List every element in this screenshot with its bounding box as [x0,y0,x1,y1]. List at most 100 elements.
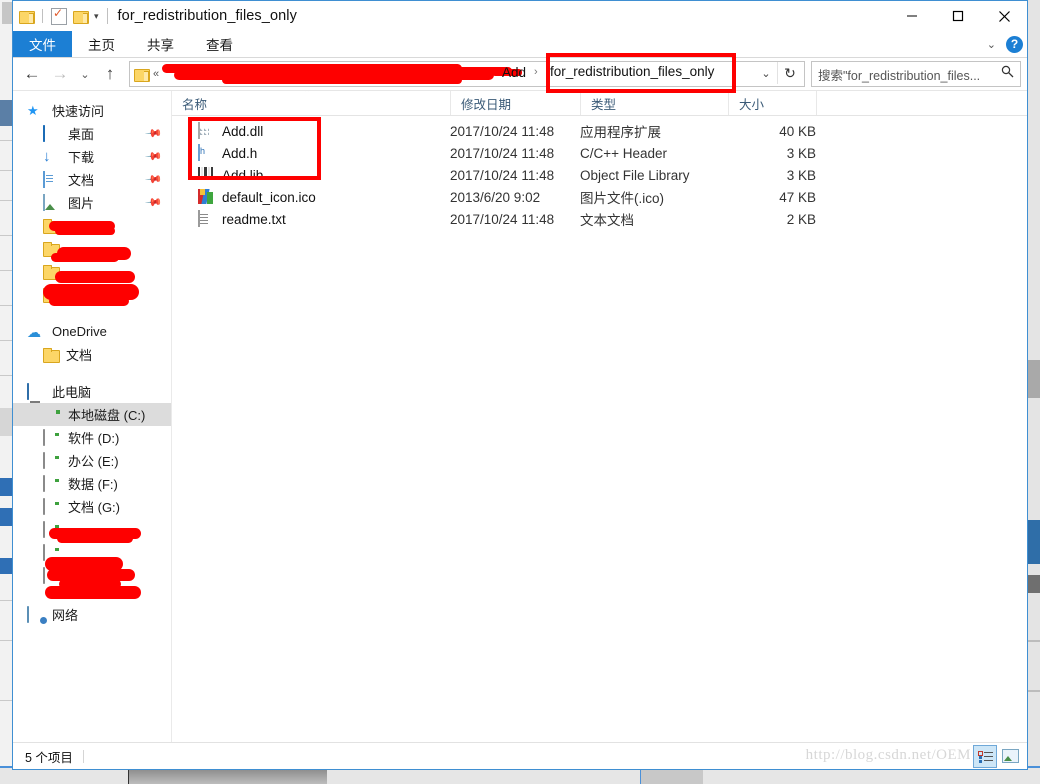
file-date: 2013/6/20 9:02 [450,189,541,205]
tab-home[interactable]: 主页 [72,31,131,57]
file-list-pane: 名称 ⌃ 修改日期 类型 大小 Add.dll 2017/10/24 11:48… [172,91,1027,742]
file-size: 40 KB [779,123,816,139]
sidebar-item-drive-g[interactable]: 文档 (G:) [13,495,171,518]
tab-view[interactable]: 查看 [190,31,249,57]
divider [82,749,84,763]
new-folder-icon[interactable] [73,10,89,24]
sidebar-item-onedrive-documents[interactable]: 文档 [13,343,171,366]
network-icon [27,605,45,623]
file-size: 47 KB [779,189,816,205]
documents-icon [43,170,61,188]
forward-button[interactable]: → [47,61,73,87]
title-bar: ▾ for_redistribution_files_only [13,1,1027,31]
address-dropdown-icon[interactable]: ⌄ [756,62,776,84]
window-controls[interactable] [889,1,1027,31]
file-date: 2017/10/24 11:48 [450,123,555,139]
drive-icon [43,474,61,492]
nav-label: 快速访问 [52,104,105,119]
help-icon[interactable]: ? [1006,35,1023,53]
nav-group-network[interactable]: 网络 [13,603,171,626]
file-name-cell[interactable]: Add.lib [172,166,450,184]
nav-label: 桌面 [68,127,95,142]
table-row[interactable]: readme.txt 2017/10/24 11:48 文本文档 2 KB [172,208,1027,230]
nav-group-quick-access[interactable]: ★ 快速访问 [13,99,171,122]
pin-icon[interactable]: 📌 [145,147,164,166]
column-header-row: 名称 ⌃ 修改日期 类型 大小 [172,91,1027,116]
properties-icon[interactable] [51,6,67,25]
back-button[interactable]: ← [19,61,45,87]
column-header-name[interactable]: 名称 ⌃ [172,91,450,115]
search-box[interactable]: 搜索"for_redistribution_files... [811,61,1021,87]
sidebar-item-local-disk-c[interactable]: 本地磁盘 (C:) [13,403,171,426]
table-row[interactable]: Add.lib 2017/10/24 11:48 Object File Lib… [172,164,1027,186]
view-buttons [973,745,1021,768]
file-date: 2017/10/24 11:48 [450,167,555,183]
sidebar-item-drive-f[interactable]: 数据 (F:) [13,472,171,495]
sidebar-item-desktop[interactable]: 桌面 📌 [13,122,171,145]
dll-file-icon [198,121,214,140]
breadcrumb-overflow-icon[interactable]: « [153,68,159,80]
tab-file[interactable]: 文件 [13,31,72,57]
divider [42,9,43,23]
pictures-icon [43,193,61,211]
sidebar-item-documents[interactable]: 文档 📌 [13,168,171,191]
up-button[interactable]: ↑ [97,61,123,87]
close-button[interactable] [981,1,1027,31]
nav-group-this-pc[interactable]: 此电脑 [13,380,171,403]
table-row[interactable]: default_icon.ico 2013/6/20 9:02 图片文件(.ic… [172,186,1027,208]
pin-icon[interactable]: 📌 [145,193,164,212]
chevron-down-icon[interactable]: ▾ [94,11,99,21]
window-body: ★ 快速访问 桌面 📌 ↓ 下载 📌 文档 📌 图片 📌 ☁ OneDrive … [13,90,1027,742]
table-row[interactable]: Add.dll 2017/10/24 11:48 应用程序扩展 40 KB [172,120,1027,142]
header-file-icon [198,143,214,162]
file-name-cell[interactable]: Add.h [172,143,450,162]
file-rows: Add.dll 2017/10/24 11:48 应用程序扩展 40 KB Ad… [172,116,1027,230]
address-bar[interactable]: « Add › for_redistribution_files_only ⌄ … [129,61,805,87]
column-label: 名称 [182,97,208,112]
sidebar-item-downloads[interactable]: ↓ 下载 📌 [13,145,171,168]
nav-group-onedrive[interactable]: ☁ OneDrive [13,320,171,343]
column-label: 大小 [739,97,765,112]
details-view-button[interactable] [973,745,997,768]
column-label: 类型 [591,97,617,112]
column-header-size[interactable]: 大小 [728,91,816,115]
file-name-cell[interactable]: default_icon.ico [172,188,450,206]
sidebar-item-pictures[interactable]: 图片 📌 [13,191,171,214]
search-icon[interactable] [1001,65,1014,81]
nav-label: 数据 (F:) [68,477,118,492]
file-name: Add.lib [222,167,264,183]
column-header-date[interactable]: 修改日期 [450,91,580,115]
pin-icon[interactable]: 📌 [145,124,164,143]
folder-icon[interactable] [19,10,35,24]
table-row[interactable]: Add.h 2017/10/24 11:48 C/C++ Header 3 KB [172,142,1027,164]
maximize-button[interactable] [935,1,981,31]
sidebar-item-drive-d[interactable]: 软件 (D:) [13,426,171,449]
file-name-cell[interactable]: Add.dll [172,121,450,140]
nav-label: 下载 [68,150,95,165]
file-name: Add.h [222,145,258,161]
file-name-cell[interactable]: readme.txt [172,209,450,228]
divider [106,8,108,24]
tab-share[interactable]: 共享 [131,31,190,57]
window-title: for_redistribution_files_only [117,8,297,24]
file-type: 应用程序扩展 [580,125,661,140]
tiles-view-button[interactable] [999,745,1021,766]
recent-locations-icon[interactable]: ⌄ [75,61,95,87]
search-input[interactable]: 搜索"for_redistribution_files... [818,65,980,84]
refresh-icon[interactable]: ↻ [777,62,802,84]
breadcrumb-current-folder[interactable]: for_redistribution_files_only [550,64,714,79]
onedrive-icon: ☁ [27,323,41,340]
sidebar-item-drive-e[interactable]: 办公 (E:) [13,449,171,472]
quick-access-toolbar[interactable]: ▾ [13,6,99,25]
drive-icon [43,428,61,446]
chevron-down-icon[interactable]: ⌄ [987,38,996,51]
star-pin-icon: ★ [27,102,39,118]
sort-ascending-icon: ⌃ [302,91,313,100]
file-size: 3 KB [786,145,816,161]
status-bar: 5 个项目 http://blog.csdn.net/OEM [13,742,1027,769]
nav-label: 图片 [68,196,95,211]
pin-icon[interactable]: 📌 [145,170,164,189]
breadcrumb-add[interactable]: Add [502,65,526,80]
minimize-button[interactable] [889,1,935,31]
column-header-type[interactable]: 类型 [580,91,728,115]
